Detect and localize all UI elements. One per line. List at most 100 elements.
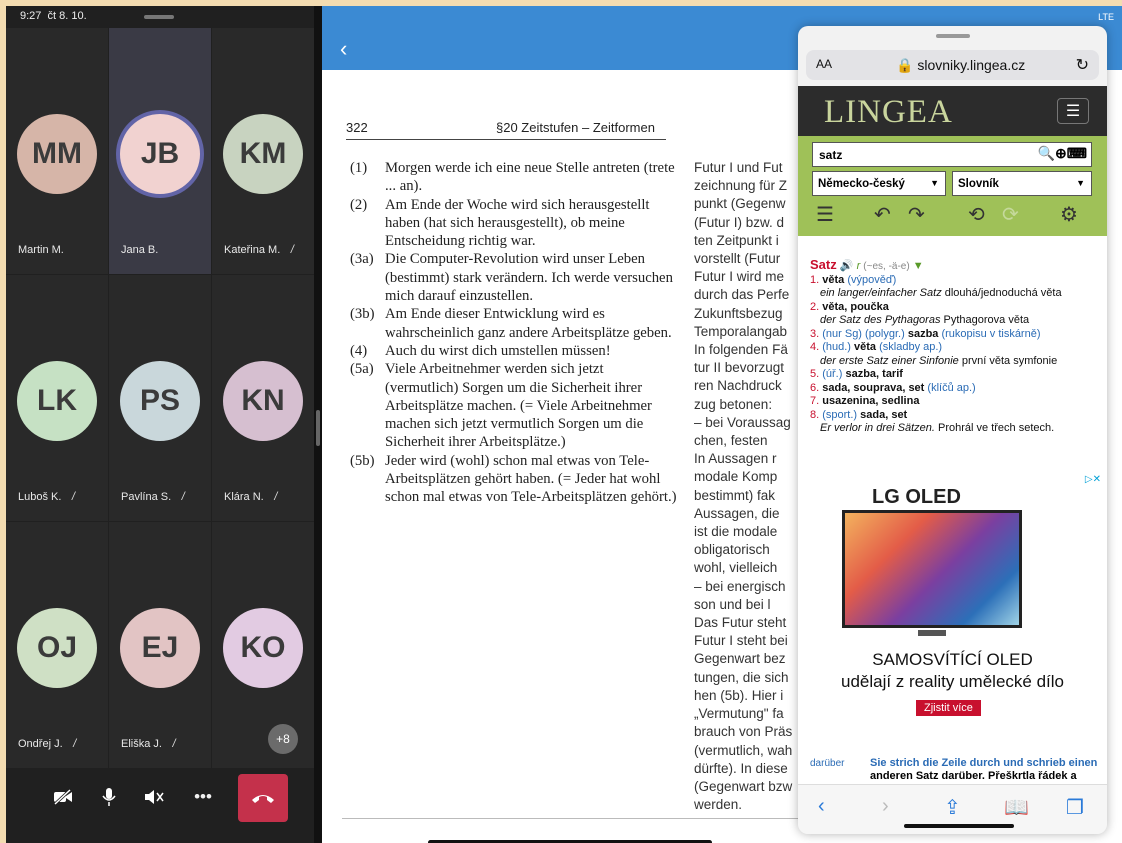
translation[interactable]: sazba — [908, 328, 939, 340]
mic-icon[interactable] — [92, 780, 126, 814]
audio-icon[interactable]: 🔊 — [840, 260, 854, 272]
participant-tile[interactable]: KO — [212, 522, 314, 768]
advertisement[interactable]: LG OLED ▷✕ SAMOSVÍTÍCÍ OLED udělají z re… — [798, 472, 1107, 736]
status-time-date: 9:27 čt 8. 10. — [20, 10, 87, 22]
slide-over-grabber[interactable] — [936, 34, 970, 38]
sense-label: (nur Sg) (polygr.) — [822, 327, 908, 340]
participant-tile[interactable]: KM Kateřina M. 🎙̸ — [212, 28, 314, 274]
muted-mic-icon: 🎙̸ — [284, 244, 293, 256]
sense-label: (sport.) — [822, 408, 861, 421]
split-view-divider[interactable] — [314, 6, 322, 843]
history-icon[interactable]: ⟲ — [968, 202, 985, 227]
ad-choices-icon[interactable]: ▷✕ — [1085, 474, 1101, 485]
translation[interactable]: usazenina, sedlina — [822, 395, 919, 407]
example-sentence: (3a) Die Computer-Revolution wird unser L… — [350, 250, 680, 305]
participant-tile[interactable]: LK Luboš K. 🎙̸ — [6, 275, 108, 521]
related-sentence: Sie strich die Zeile durch und schrieb e… — [870, 757, 1098, 769]
pane-grabber[interactable] — [144, 15, 174, 19]
settings-gear-icon[interactable]: ⚙ — [1060, 202, 1078, 227]
translation[interactable]: věta — [822, 274, 844, 286]
reload-icon[interactable]: ↻ — [1076, 55, 1089, 75]
explanation-line: zeichnung für Z — [694, 178, 788, 194]
explanation-line: modale Komp — [694, 469, 778, 485]
participant-tile[interactable]: PS Pavlína S. 🎙̸ — [109, 275, 211, 521]
back-icon[interactable]: ‹ — [818, 795, 825, 818]
search-input[interactable]: satz 🔍⊕⌨ — [812, 142, 1092, 167]
avatar: JB — [120, 114, 200, 194]
example-number: (3b) — [350, 306, 375, 323]
participant-name: Eliška J. 🎙̸ — [121, 738, 175, 750]
share-icon[interactable]: ⇪ — [944, 795, 961, 820]
zoom-in-icon[interactable]: ⊕ — [1055, 145, 1067, 161]
participant-tile[interactable]: JB Jana B. — [109, 28, 211, 274]
ipad-screen: 9:27 čt 8. 10. MM Martin M. JB Jana B. KM Kat… — [6, 6, 1122, 843]
list-icon[interactable]: ☰ — [816, 202, 834, 227]
tabs-icon[interactable]: ❐ — [1066, 795, 1084, 820]
explanation-line: bestimmt) fak — [694, 487, 776, 503]
sense-number: 7. — [810, 395, 823, 407]
address-bar[interactable]: AA 🔒 slovniky.lingea.cz ↻ — [806, 50, 1099, 80]
explanation-line: Gegenwart bez — [694, 651, 786, 667]
sense-row: 8. (sport.) sada, set — [810, 409, 1097, 423]
phone-hangup-icon — [252, 795, 274, 803]
slide-over-home-indicator[interactable] — [904, 824, 1014, 828]
sense-row: 4. (hud.) věta (skladby ap.) — [810, 341, 1097, 355]
explanation-line: durch das Perfe — [694, 287, 790, 303]
dictionary-entry: Satz 🔊 r (~es, -ä-e) ▼ 1. věta (výpověď)… — [798, 236, 1107, 472]
expand-icon[interactable]: ▼ — [913, 260, 924, 272]
german-example: Er verlor in drei Sätzen. — [820, 422, 938, 434]
explanation-line: – bei Voraussag — [694, 414, 791, 430]
participant-tile[interactable]: OJ Ondřej J. 🎙̸ — [6, 522, 108, 768]
gloss: (klíčů ap.) — [924, 381, 976, 394]
back-chevron-icon[interactable]: ‹ — [340, 36, 347, 62]
explanation-line: „Vermutung" fa — [694, 706, 784, 722]
translation[interactable]: věta — [854, 341, 876, 353]
dictionary-toolbar: satz 🔍⊕⌨ Německo-český ▼ Slovník ▼ ☰ ↶ ↷ ⟲… — [798, 136, 1107, 236]
explanation-line: Das Futur steht — [694, 615, 787, 631]
url-text: 🔒 slovniky.lingea.cz — [896, 57, 1025, 74]
ad-subheadline: udělají z reality umělecké dílo — [840, 672, 1064, 691]
language-select[interactable]: Německo-český ▼ — [812, 171, 946, 196]
translation[interactable]: sada, souprava, set — [822, 382, 924, 394]
more-options-icon[interactable]: ••• — [186, 780, 220, 814]
divider-handle[interactable] — [316, 410, 320, 446]
example-sentence: (1) Morgen werde ich eine neue Stelle ant… — [350, 159, 680, 196]
example-text: Morgen werde ich eine neue Stelle antret… — [385, 160, 675, 195]
example-number: (4) — [350, 342, 368, 359]
hamburger-menu-icon[interactable]: ☰ — [1057, 98, 1089, 124]
participant-tile[interactable]: KN Klára N. 🎙̸ — [212, 275, 314, 521]
participant-tile[interactable]: EJ Eliška J. 🎙̸ — [109, 522, 211, 768]
sense-number: 3. — [810, 327, 823, 340]
translation[interactable]: věta, poučka — [822, 301, 889, 313]
ad-cta-button[interactable]: Zjistit více — [916, 700, 981, 716]
status-bar-network: LTE — [1098, 12, 1114, 22]
language-select-value: Německo-český — [818, 178, 905, 190]
forward-history-icon[interactable]: ⟳ — [1002, 202, 1019, 227]
chevron-down-icon: ▼ — [1076, 178, 1085, 188]
sense-number: 4. — [810, 341, 823, 353]
sense-row: 2. věta, poučka — [810, 301, 1097, 315]
call-controls: ••• — [6, 772, 314, 822]
translation[interactable]: sazba, tarif — [845, 368, 902, 380]
bookmarks-icon[interactable]: 📖 — [1004, 795, 1029, 820]
hang-up-button[interactable] — [238, 774, 288, 822]
redo-icon[interactable]: ↷ — [908, 202, 925, 227]
reader-settings-button[interactable]: AA — [816, 57, 832, 71]
camera-off-icon[interactable] — [46, 780, 80, 814]
undo-icon[interactable]: ↶ — [874, 202, 891, 227]
more-participants-badge[interactable]: +8 — [268, 724, 298, 754]
search-icon[interactable]: 🔍 — [1038, 145, 1055, 161]
related-keyword[interactable]: darüber — [810, 758, 844, 769]
lingea-logo[interactable]: LINGEA — [824, 94, 953, 131]
participant-tile[interactable]: MM Martin M. — [6, 28, 108, 274]
forward-icon[interactable]: › — [882, 795, 889, 818]
headword[interactable]: Satz — [810, 257, 837, 272]
type-select[interactable]: Slovník ▼ — [952, 171, 1092, 196]
example-text: Jeder wird (wohl) schon mal etwas von Te… — [385, 452, 677, 506]
keyboard-icon[interactable]: ⌨ — [1067, 145, 1087, 161]
avatar: OJ — [17, 608, 97, 688]
example-text: Viele Arbeitnehmer werden sich jetzt (ve… — [385, 361, 652, 451]
speaker-icon[interactable] — [138, 780, 172, 814]
translation[interactable]: sada, set — [860, 409, 907, 421]
explanation-line: tungen, die sich — [694, 669, 789, 685]
